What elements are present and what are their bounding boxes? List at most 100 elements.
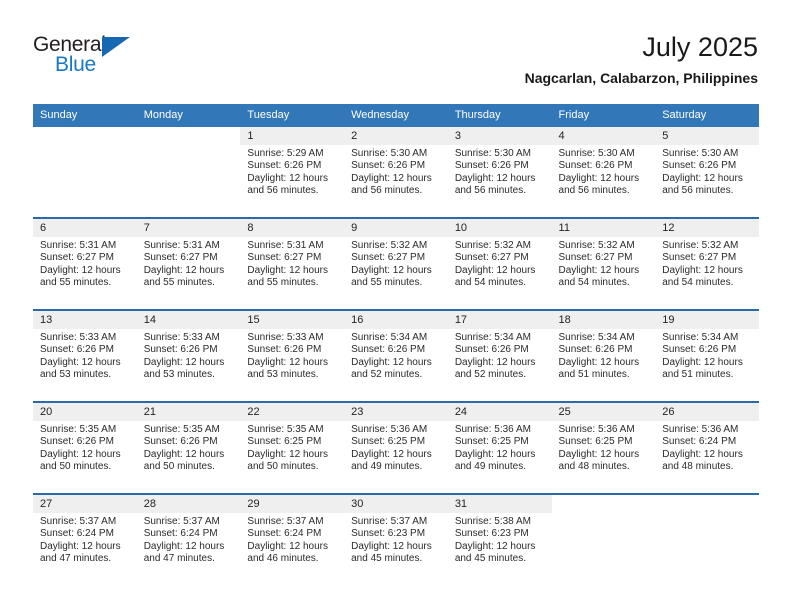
day-number: 5: [655, 127, 759, 145]
day-details: Sunrise: 5:34 AM Sunset: 6:26 PM Daylight:…: [552, 329, 656, 381]
page-title: July 2025: [642, 32, 758, 62]
day-number: 13: [33, 311, 137, 329]
daylight-text-line2: and 45 minutes.: [454, 552, 526, 564]
calendar-day-cell[interactable]: 29 Sunrise: 5:37 AM Sunset: 6:24 PM Dayligh…: [240, 494, 345, 585]
calendar-day-cell[interactable]: 22 Sunrise: 5:35 AM Sunset: 6:25 PM Dayligh…: [240, 402, 345, 494]
sunrise-text: Sunrise: 5:30 AM: [351, 148, 428, 159]
day-cell-inner: 9 Sunrise: 5:32 AM Sunset: 6:27 PM Daylight…: [344, 219, 448, 309]
daylight-text-line2: and 54 minutes.: [558, 276, 630, 288]
general-blue-logo[interactable]: General Blue: [33, 33, 163, 85]
calendar-day-cell[interactable]: 31 Sunrise: 5:38 AM Sunset: 6:23 PM Dayligh…: [447, 494, 552, 585]
calendar-day-cell[interactable]: 13 Sunrise: 5:33 AM Sunset: 6:26 PM Dayligh…: [33, 310, 137, 402]
calendar-day-cell[interactable]: 21 Sunrise: 5:35 AM Sunset: 6:26 PM Dayligh…: [136, 402, 241, 494]
calendar-header-row: Sunday Monday Tuesday Wednesday Thursday…: [33, 104, 759, 127]
day-number: 22: [240, 403, 345, 421]
calendar-day-cell[interactable]: 5 Sunrise: 5:30 AM Sunset: 6:26 PM Daylight…: [655, 127, 759, 218]
calendar-day-cell[interactable]: 16 Sunrise: 5:34 AM Sunset: 6:26 PM Dayligh…: [344, 310, 448, 402]
sunset-text: Sunset: 6:26 PM: [662, 160, 737, 172]
calendar-day-cell[interactable]: 24 Sunrise: 5:36 AM Sunset: 6:25 PM Dayligh…: [447, 402, 552, 494]
calendar-day-cell[interactable]: 2 Sunrise: 5:30 AM Sunset: 6:26 PM Daylight…: [344, 127, 448, 218]
calendar-day-cell[interactable]: 4 Sunrise: 5:30 AM Sunset: 6:26 PM Daylight…: [551, 127, 656, 218]
daylight-text-line2: and 49 minutes.: [351, 460, 423, 472]
daylight-text-line2: and 47 minutes.: [40, 552, 112, 564]
day-cell-inner: [136, 127, 241, 217]
calendar-day-cell[interactable]: 20 Sunrise: 5:35 AM Sunset: 6:26 PM Dayligh…: [33, 402, 137, 494]
calendar-day-cell[interactable]: 12 Sunrise: 5:32 AM Sunset: 6:27 PM Dayligh…: [655, 218, 759, 310]
day-cell-inner: 19 Sunrise: 5:34 AM Sunset: 6:26 PM Dayligh…: [655, 311, 759, 401]
daylight-text-line2: and 45 minutes.: [351, 552, 423, 564]
sunset-text: Sunset: 6:26 PM: [247, 160, 322, 172]
calendar-day-cell[interactable]: 26 Sunrise: 5:36 AM Sunset: 6:24 PM Dayligh…: [655, 402, 759, 494]
day-details: Sunrise: 5:30 AM Sunset: 6:26 PM Daylight:…: [344, 145, 448, 197]
day-number: 4: [551, 127, 656, 145]
day-number: [33, 127, 137, 145]
daylight-text-line2: and 56 minutes.: [558, 184, 630, 196]
day-number: 19: [655, 311, 759, 329]
sunrise-text: Sunrise: 5:37 AM: [40, 516, 117, 527]
sunset-text: Sunset: 6:27 PM: [143, 252, 218, 264]
sunset-text: Sunset: 6:27 PM: [247, 252, 322, 264]
day-number: 30: [344, 495, 448, 513]
sunrise-text: Sunrise: 5:31 AM: [143, 240, 220, 251]
calendar-day-cell[interactable]: 18 Sunrise: 5:34 AM Sunset: 6:26 PM Dayligh…: [551, 310, 656, 402]
day-cell-inner: 1 Sunrise: 5:29 AM Sunset: 6:26 PM Daylight…: [240, 127, 345, 217]
day-details: Sunrise: 5:37 AM Sunset: 6:24 PM Daylight:…: [137, 513, 241, 565]
daylight-text-line2: and 56 minutes.: [454, 184, 526, 196]
day-number: 16: [344, 311, 448, 329]
sunset-text: Sunset: 6:26 PM: [40, 344, 114, 356]
day-number: 11: [551, 219, 656, 237]
sunset-text: Sunset: 6:26 PM: [143, 344, 218, 356]
day-details: Sunrise: 5:37 AM Sunset: 6:23 PM Daylight:…: [344, 513, 448, 565]
day-number: 7: [136, 219, 241, 237]
calendar-day-cell[interactable]: 27 Sunrise: 5:37 AM Sunset: 6:24 PM Dayligh…: [33, 494, 137, 585]
day-cell-inner: 13 Sunrise: 5:33 AM Sunset: 6:26 PM Dayligh…: [33, 311, 137, 401]
calendar-day-cell[interactable]: 25 Sunrise: 5:36 AM Sunset: 6:25 PM Dayligh…: [551, 402, 656, 494]
calendar-day-cell[interactable]: 23 Sunrise: 5:36 AM Sunset: 6:25 PM Dayligh…: [344, 402, 448, 494]
calendar-day-cell[interactable]: 10 Sunrise: 5:32 AM Sunset: 6:27 PM Dayligh…: [447, 218, 552, 310]
sunset-text: Sunset: 6:24 PM: [40, 528, 114, 540]
day-details: Sunrise: 5:31 AM Sunset: 6:27 PM Daylight:…: [33, 237, 137, 289]
weekday-header-sunday: Sunday: [33, 104, 137, 127]
day-cell-inner: 17 Sunrise: 5:34 AM Sunset: 6:26 PM Dayligh…: [447, 311, 552, 401]
calendar-day-cell[interactable]: 15 Sunrise: 5:33 AM Sunset: 6:26 PM Dayligh…: [240, 310, 345, 402]
calendar-day-cell[interactable]: 9 Sunrise: 5:32 AM Sunset: 6:27 PM Daylight…: [344, 218, 448, 310]
sunrise-text: Sunrise: 5:34 AM: [351, 332, 428, 343]
day-cell-inner: 2 Sunrise: 5:30 AM Sunset: 6:26 PM Daylight…: [344, 127, 448, 217]
page-header: General Blue July 2025 Nagcarlan, Calaba…: [0, 0, 792, 102]
calendar-day-cell[interactable]: 3 Sunrise: 5:30 AM Sunset: 6:26 PM Daylight…: [447, 127, 552, 218]
day-cell-inner: 28 Sunrise: 5:37 AM Sunset: 6:24 PM Dayligh…: [136, 495, 241, 585]
daylight-text-line1: Daylight: 12 hours: [247, 264, 329, 276]
sunrise-text: Sunrise: 5:31 AM: [247, 240, 324, 251]
calendar-day-cell[interactable]: 14 Sunrise: 5:33 AM Sunset: 6:26 PM Dayligh…: [136, 310, 241, 402]
calendar-day-cell[interactable]: 17 Sunrise: 5:34 AM Sunset: 6:26 PM Dayligh…: [447, 310, 552, 402]
calendar-day-cell[interactable]: 6 Sunrise: 5:31 AM Sunset: 6:27 PM Daylight…: [33, 218, 137, 310]
day-details: Sunrise: 5:33 AM Sunset: 6:26 PM Daylight:…: [33, 329, 137, 381]
calendar-day-cell[interactable]: 30 Sunrise: 5:37 AM Sunset: 6:23 PM Dayligh…: [344, 494, 448, 585]
calendar-day-cell[interactable]: 19 Sunrise: 5:34 AM Sunset: 6:26 PM Dayligh…: [655, 310, 759, 402]
calendar-page: General Blue July 2025 Nagcarlan, Calaba…: [0, 0, 792, 612]
daylight-text-line1: Daylight: 12 hours: [143, 264, 225, 276]
day-cell-inner: 20 Sunrise: 5:35 AM Sunset: 6:26 PM Dayligh…: [33, 403, 137, 493]
title-block: July 2025 Nagcarlan, Calabarzon, Philipp…: [525, 30, 758, 87]
day-cell-inner: 6 Sunrise: 5:31 AM Sunset: 6:27 PM Daylight…: [33, 219, 137, 309]
daylight-text-line1: Daylight: 12 hours: [454, 448, 536, 460]
daylight-text-line1: Daylight: 12 hours: [454, 264, 536, 276]
calendar-week-row: 13 Sunrise: 5:33 AM Sunset: 6:26 PM Dayligh…: [33, 310, 759, 402]
day-cell-inner: 7 Sunrise: 5:31 AM Sunset: 6:27 PM Daylight…: [136, 219, 241, 309]
daylight-text-line1: Daylight: 12 hours: [558, 172, 640, 184]
sunset-text: Sunset: 6:26 PM: [40, 436, 114, 448]
weekday-header-wednesday: Wednesday: [344, 104, 448, 127]
sunrise-text: Sunrise: 5:29 AM: [247, 148, 324, 159]
calendar-day-cell[interactable]: 28 Sunrise: 5:37 AM Sunset: 6:24 PM Dayligh…: [136, 494, 241, 585]
calendar-day-cell[interactable]: 7 Sunrise: 5:31 AM Sunset: 6:27 PM Daylight…: [136, 218, 241, 310]
day-cell-inner: 21 Sunrise: 5:35 AM Sunset: 6:26 PM Dayligh…: [136, 403, 241, 493]
day-cell-inner: 24 Sunrise: 5:36 AM Sunset: 6:25 PM Dayligh…: [447, 403, 552, 493]
day-details: Sunrise: 5:37 AM Sunset: 6:24 PM Daylight:…: [33, 513, 137, 565]
calendar-day-cell[interactable]: 1 Sunrise: 5:29 AM Sunset: 6:26 PM Daylight…: [240, 127, 345, 218]
calendar-day-cell[interactable]: 11 Sunrise: 5:32 AM Sunset: 6:27 PM Dayligh…: [551, 218, 656, 310]
daylight-text-line1: Daylight: 12 hours: [662, 356, 743, 368]
daylight-text-line1: Daylight: 12 hours: [662, 448, 743, 460]
calendar-day-cell[interactable]: 8 Sunrise: 5:31 AM Sunset: 6:27 PM Daylight…: [240, 218, 345, 310]
daylight-text-line2: and 47 minutes.: [143, 552, 215, 564]
daylight-text-line2: and 56 minutes.: [351, 184, 423, 196]
